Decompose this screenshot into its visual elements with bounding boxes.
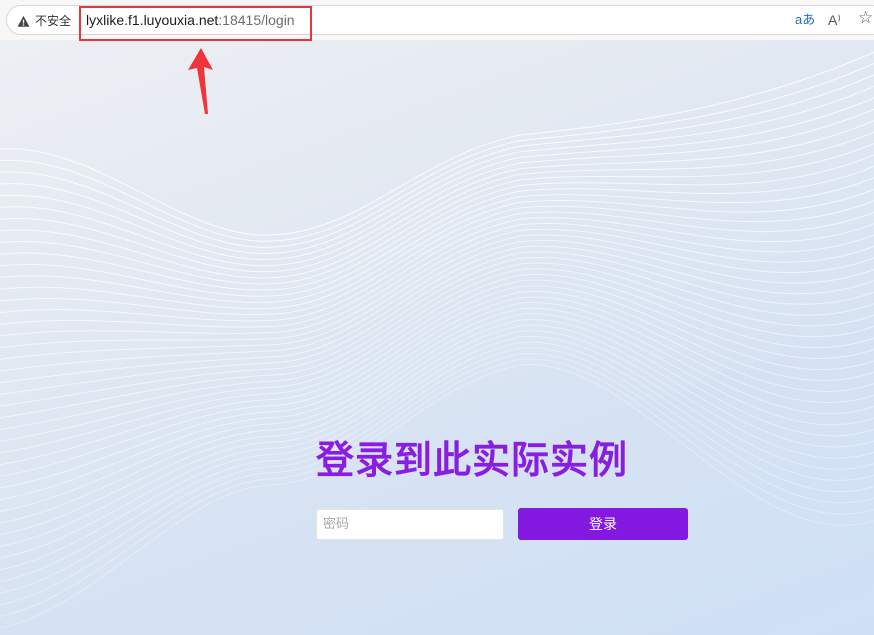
read-aloud-icon[interactable]: A⁾ bbox=[828, 11, 841, 29]
wave-line bbox=[0, 188, 874, 310]
wave-line bbox=[0, 74, 874, 248]
wave-line bbox=[0, 63, 874, 242]
security-indicator[interactable]: 不安全 bbox=[17, 13, 71, 29]
url-text[interactable]: lyxlike.f1.luyouxia.net:18415/login bbox=[86, 11, 295, 29]
wave-line bbox=[0, 251, 874, 395]
red-arrow-annotation bbox=[188, 48, 213, 114]
security-label: 不安全 bbox=[35, 14, 72, 28]
wave-line bbox=[0, 268, 874, 430]
translate-icon[interactable]: aあ bbox=[795, 11, 815, 29]
url-path: :18415/login bbox=[218, 12, 295, 28]
favorite-star-icon[interactable]: ☆ bbox=[858, 9, 873, 27]
page-root: 不安全 lyxlike.f1.luyouxia.net:18415/login … bbox=[0, 0, 874, 635]
login-button[interactable]: 登录 bbox=[518, 508, 688, 540]
password-input[interactable] bbox=[316, 509, 504, 540]
wave-line bbox=[0, 240, 874, 372]
wave-line bbox=[0, 143, 874, 285]
wave-line bbox=[0, 217, 874, 328]
warning-icon bbox=[17, 15, 30, 27]
url-host: lyxlike.f1.luyouxia.net bbox=[86, 12, 219, 28]
wave-line bbox=[0, 131, 874, 279]
wave-line bbox=[0, 319, 874, 536]
wave-line bbox=[0, 177, 874, 303]
wave-line bbox=[0, 165, 874, 297]
wave-line bbox=[0, 358, 874, 617]
wave-line bbox=[0, 364, 874, 629]
page-title: 登录到此实际实例 bbox=[316, 438, 629, 482]
